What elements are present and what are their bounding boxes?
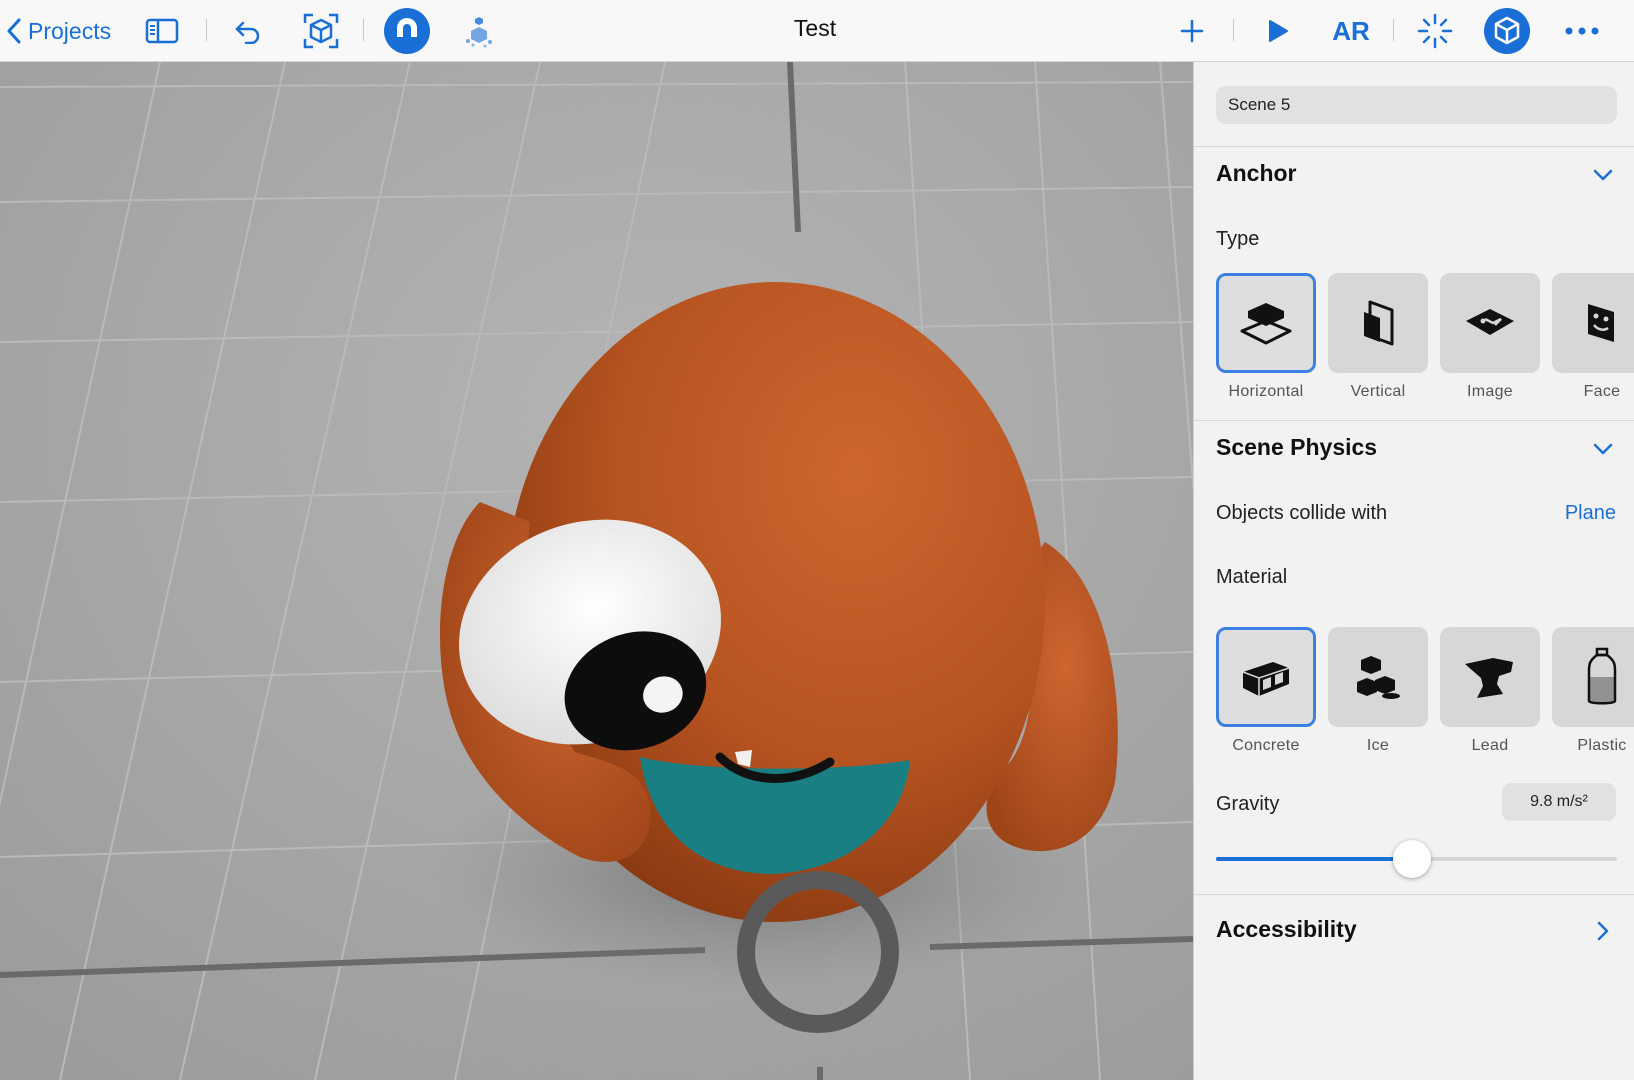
magnet-icon [384,8,430,54]
burst-focus-icon [1417,13,1453,49]
material-label: Concrete [1232,737,1300,754]
focus-button[interactable] [1414,0,1456,62]
material-ice[interactable]: Ice [1328,627,1428,755]
sidebar-icon [145,18,179,44]
gravity-value-field[interactable]: 9.8 m/s² [1502,783,1616,821]
gravity-slider-knob[interactable] [1393,840,1432,878]
anchor-type-label: Type [1216,228,1260,250]
cube-settings-icon [1484,8,1530,54]
toolbar-separator [206,19,207,41]
gravity-slider[interactable] [1216,839,1617,879]
anchor-section-title[interactable]: Anchor [1216,160,1297,187]
anchor-type-vertical[interactable]: Vertical [1328,273,1428,401]
ice-cubes-icon [1357,656,1400,699]
scene-name-field[interactable]: Scene 5 [1216,86,1617,124]
anchor-type-label: Face [1583,383,1621,400]
projects-back-label: Projects [28,17,112,44]
gravity-label: Gravity [1216,793,1280,815]
material-concrete[interactable]: Concrete [1216,627,1316,755]
plastic-bottle-icon [1587,647,1617,705]
material-plastic[interactable]: Plastic [1552,627,1634,755]
play-button[interactable] [1260,0,1296,62]
accessibility-section-title[interactable]: Accessibility [1216,916,1357,943]
material-picker: Concrete Ice Lead Plastic [1216,627,1634,755]
material-label: Lead [1471,737,1509,754]
material-lead[interactable]: Lead [1440,627,1540,755]
projects-back-button[interactable]: Projects [6,0,126,62]
chevron-down-icon[interactable] [1592,438,1614,460]
sidebar-toggle-button[interactable] [142,0,182,62]
anchor-type-label: Image [1467,383,1513,400]
concrete-block-icon [1242,662,1290,696]
chevron-left-icon [7,18,21,44]
frame-object-button[interactable] [298,0,344,62]
anchor-type-picker: Horizontal Vertical Image Face [1216,273,1634,401]
scene-physics-section-title[interactable]: Scene Physics [1216,434,1377,461]
anvil-icon [1465,658,1513,698]
vertical-plane-icon [1364,300,1394,346]
material-label: Material [1216,566,1288,588]
plus-icon [1180,19,1204,43]
collide-value-button[interactable]: Plane [1565,502,1616,525]
image-anchor-icon [1466,309,1514,335]
horizontal-plane-icon [1240,303,1292,345]
undo-icon [235,21,260,44]
cube-frame-icon [303,13,339,49]
toolbar: Projects Test AR [0,0,1634,62]
face-anchor-icon [1588,304,1614,342]
ar-mode-button[interactable]: AR [1326,0,1376,62]
scene-canvas [0,62,1193,1080]
toolbar-separator [1393,19,1394,41]
chevron-down-icon[interactable] [1592,164,1614,186]
gravity-slider-fill [1216,857,1413,861]
material-label: Plastic [1577,737,1627,754]
physics-play-button[interactable] [458,0,500,62]
scene-viewport[interactable] [0,62,1193,1080]
add-object-button[interactable] [1175,0,1209,62]
collide-label: Objects collide with [1216,502,1388,524]
toolbar-separator [363,19,364,41]
document-title: Test [793,15,837,41]
section-divider [1194,146,1634,147]
material-label: Ice [1366,737,1390,754]
anchor-type-horizontal[interactable]: Horizontal [1216,273,1316,401]
anchor-type-image[interactable]: Image [1440,273,1540,401]
play-icon [1269,20,1288,42]
chevron-right-icon[interactable] [1592,920,1614,942]
anchor-type-face[interactable]: Face [1552,273,1634,401]
anchor-type-label: Vertical [1350,383,1406,400]
anchor-type-label: Horizontal [1228,383,1304,400]
ellipsis-icon [1565,27,1599,35]
section-divider [1194,894,1634,895]
inspector-panel: Scene 5 Anchor Type Horizontal Vertical [1193,62,1634,1080]
undo-button[interactable] [230,0,266,62]
snapping-button[interactable] [382,0,432,62]
more-button[interactable] [1560,0,1604,62]
toolbar-separator [1233,19,1234,41]
section-divider [1194,420,1634,421]
falling-cubes-icon [466,17,492,48]
inspector-toggle-button[interactable] [1482,0,1532,62]
